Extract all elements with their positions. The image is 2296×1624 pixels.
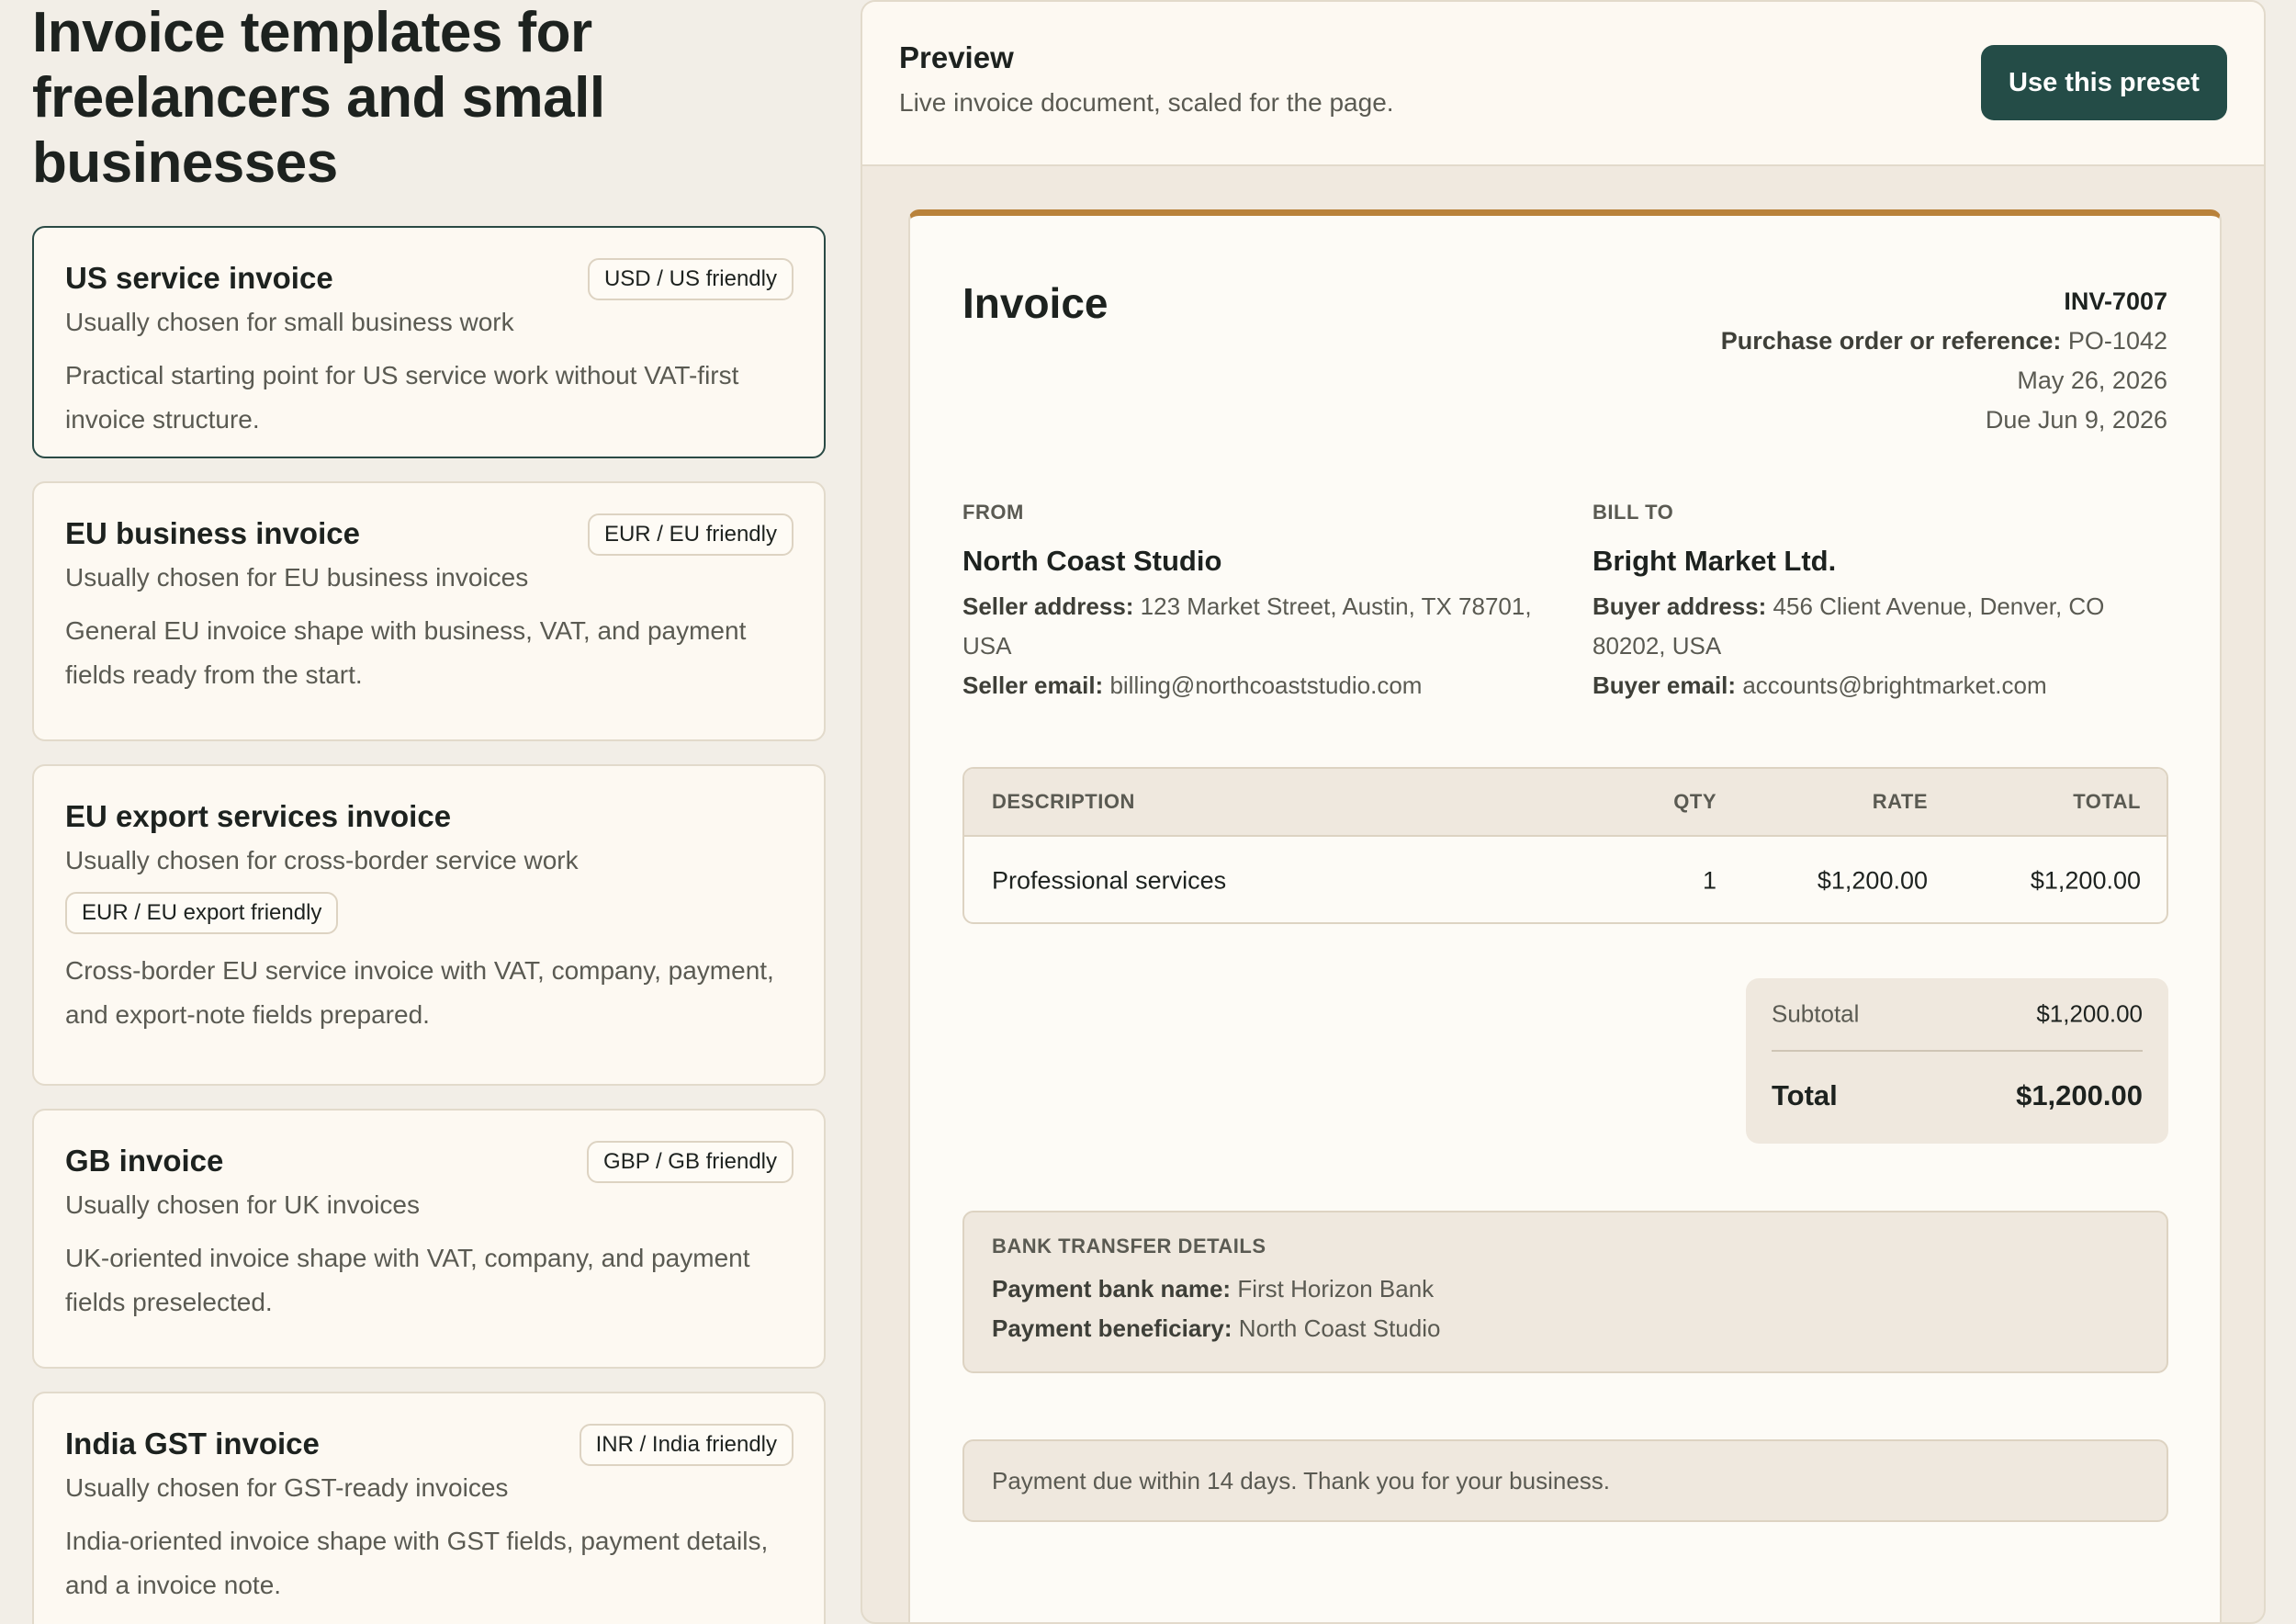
subtotal-label: Subtotal [1772, 999, 1860, 1028]
template-name: EU export services invoice [65, 799, 452, 833]
template-list: US service invoice USD / US friendly Usu… [32, 226, 826, 1624]
seller-email-label: Seller email: [962, 671, 1104, 699]
template-card-eu-export[interactable]: EU export services invoice Usually chose… [32, 764, 826, 1086]
template-subtitle: Usually chosen for small business work [65, 308, 514, 336]
line-items-table: DESCRIPTION QTY RATE TOTAL Professional … [962, 767, 2168, 924]
header-description: DESCRIPTION [992, 790, 1135, 813]
item-description: Professional services [992, 866, 1227, 894]
bank-name-value: First Horizon Bank [1237, 1275, 1435, 1303]
reference-label: Purchase order or reference: [1720, 327, 2062, 355]
subtotal-value: $1,200.00 [2036, 999, 2143, 1028]
buyer-address-label: Buyer address: [1593, 592, 1767, 620]
invoice-due-date: Due Jun 9, 2026 [1985, 406, 2167, 434]
invoice-date: May 26, 2026 [2017, 367, 2167, 394]
invoice-number: INV-7007 [2064, 288, 2167, 315]
template-subtitle: Usually chosen for GST-ready invoices [65, 1473, 509, 1502]
buyer-address: Buyer address: 456 Client Avenue, Denver… [1593, 587, 2180, 666]
bill-to-label: BILL TO [1593, 501, 1674, 524]
invoice-title: Invoice [962, 279, 1109, 327]
reference-value: PO-1042 [2067, 327, 2167, 355]
template-subtitle: Usually chosen for EU business invoices [65, 563, 529, 592]
bank-name: Payment bank name: First Horizon Bank [992, 1269, 2139, 1309]
template-card-eu-business[interactable]: EU business invoice EUR / EU friendly Us… [32, 481, 826, 741]
bank-details-label: BANK TRANSFER DETAILS [992, 1235, 1266, 1257]
header-total: TOTAL [2073, 790, 2141, 813]
page-title: Invoice templates for freelancers and sm… [32, 1, 605, 195]
total-value: $1,200.00 [2016, 1079, 2143, 1111]
invoice-meta: INV-7007 Purchase order or reference: PO… [1721, 282, 2167, 440]
currency-badge: GBP / GB friendly [587, 1141, 793, 1183]
template-card-gb[interactable]: GB invoice GBP / GB friendly Usually cho… [32, 1109, 826, 1369]
seller-email-value: billing@northcoaststudio.com [1109, 671, 1423, 699]
table-header: DESCRIPTION QTY RATE TOTAL [964, 769, 2167, 837]
currency-badge: EUR / EU export friendly [65, 892, 339, 934]
seller-name: North Coast Studio [962, 545, 1222, 577]
preview-panel: Preview Live invoice document, scaled fo… [861, 0, 2266, 1624]
template-description: Cross-border EU service invoice with VAT… [65, 956, 774, 1029]
from-section: FROM North Coast Studio Seller address: … [962, 501, 1550, 705]
seller-address: Seller address: 123 Market Street, Austi… [962, 587, 1550, 666]
template-subtitle: Usually chosen for UK invoices [65, 1190, 420, 1219]
beneficiary-label: Payment beneficiary: [992, 1314, 1232, 1342]
subtotal-row: Subtotal $1,200.00 [1772, 978, 2143, 1052]
item-total: $1,200.00 [2030, 866, 2141, 894]
page: Invoice templates for freelancers and sm… [0, 0, 2296, 1624]
bill-to-section: BILL TO Bright Market Ltd. Buyer address… [1593, 501, 2180, 705]
currency-badge: EUR / EU friendly [587, 513, 793, 556]
template-card-us-service[interactable]: US service invoice USD / US friendly Usu… [32, 226, 826, 458]
table-row: Professional services 1 $1,200.00 $1,200… [964, 837, 2167, 922]
buyer-email-value: accounts@brightmarket.com [1742, 671, 2047, 699]
from-label: FROM [962, 501, 1024, 524]
buyer-name: Bright Market Ltd. [1593, 545, 1837, 577]
header-rate: RATE [1872, 790, 1928, 813]
beneficiary-value: North Coast Studio [1238, 1314, 1441, 1342]
item-qty: 1 [1702, 866, 1716, 894]
currency-badge: USD / US friendly [587, 258, 793, 300]
bank-name-label: Payment bank name: [992, 1275, 1232, 1303]
total-row: Total $1,200.00 [1772, 1052, 2143, 1140]
seller-address-label: Seller address: [962, 592, 1134, 620]
use-preset-button[interactable]: Use this preset [1981, 45, 2227, 120]
bank-details: BANK TRANSFER DETAILS Payment bank name:… [962, 1211, 2168, 1373]
buyer-email: Buyer email: accounts@brightmarket.com [1593, 666, 2180, 705]
template-card-india-gst[interactable]: India GST invoice INR / India friendly U… [32, 1392, 826, 1624]
template-description: UK-oriented invoice shape with VAT, comp… [65, 1244, 750, 1316]
seller-email: Seller email: billing@northcoaststudio.c… [962, 666, 1550, 705]
item-rate: $1,200.00 [1817, 866, 1928, 894]
invoice-document: Invoice INV-7007 Purchase order or refer… [908, 209, 2222, 1622]
totals-box: Subtotal $1,200.00 Total $1,200.00 [1746, 978, 2168, 1144]
preview-header: Preview Live invoice document, scaled fo… [862, 2, 2264, 166]
total-label: Total [1772, 1079, 1838, 1111]
template-description: India-oriented invoice shape with GST fi… [65, 1527, 769, 1599]
currency-badge: INR / India friendly [579, 1424, 793, 1466]
bank-beneficiary: Payment beneficiary: North Coast Studio [992, 1309, 2139, 1348]
buyer-email-label: Buyer email: [1593, 671, 1737, 699]
invoice-reference: Purchase order or reference: PO-1042 [1721, 321, 2167, 361]
invoice-note: Payment due within 14 days. Thank you fo… [962, 1439, 2168, 1522]
template-description: General EU invoice shape with business, … [65, 616, 747, 689]
header-qty: QTY [1673, 790, 1716, 813]
template-sidebar: Invoice templates for freelancers and sm… [32, 0, 826, 1624]
template-subtitle: Usually chosen for cross-border service … [65, 846, 579, 874]
template-description: Practical starting point for US service … [65, 361, 739, 434]
